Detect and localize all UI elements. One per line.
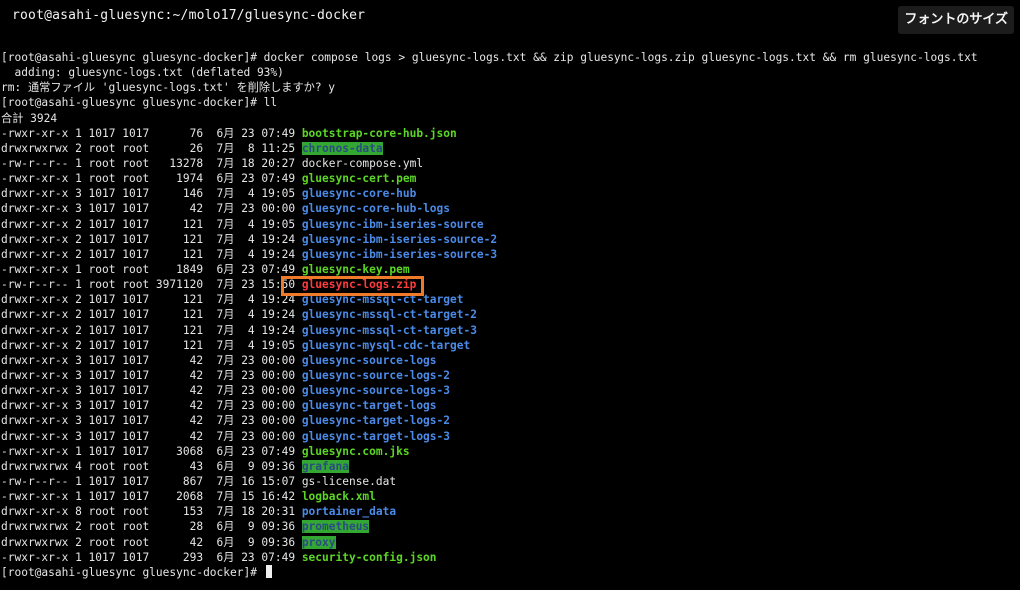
file-metadata: drwxrwxrwx 2 root root 28 6月 9 09:36 [1, 520, 302, 534]
file-name: gluesync-mssql-ct-target-2 [301, 308, 477, 322]
file-name: bootstrap-core-hub.json [301, 126, 457, 140]
terminal-line: adding: gluesync-logs.txt (deflated 93%) [1, 66, 284, 80]
file-metadata: drwxr-xr-x 2 1017 1017 121 7月 4 19:24 [1, 308, 302, 322]
file-name: gluesync-source-logs [301, 353, 437, 367]
file-listing-row: -rwxr-xr-x 1 root root 1974 6月 23 07:49 … [1, 171, 1017, 186]
file-name: gluesync.com.jks [301, 444, 410, 458]
file-name: security-config.json [301, 550, 437, 564]
file-listing-row: drwxrwxrwx 2 root root 42 6月 9 09:36 pro… [1, 535, 1017, 550]
file-name: gluesync-source-logs-3 [301, 384, 450, 398]
file-name: grafana [301, 459, 349, 473]
text-cursor [265, 564, 272, 578]
file-listing-row: drwxrwxrwx 2 root root 28 6月 9 09:36 pro… [1, 519, 1017, 534]
file-listing-row: drwxr-xr-x 3 1017 1017 146 7月 4 19:05 gl… [1, 186, 1017, 201]
file-name: gluesync-source-logs-2 [301, 368, 450, 382]
file-metadata: -rwxr-xr-x 1 root root 1974 6月 23 07:49 [1, 172, 302, 186]
terminal-output[interactable]: [root@asahi-gluesync gluesync-docker]# d… [1, 50, 1017, 588]
file-name: gluesync-target-logs [301, 399, 437, 413]
window-titlebar: root@asahi-gluesync:~/molo17/gluesync-do… [0, 0, 1020, 48]
file-listing-row: drwxrwxrwx 4 root root 43 6月 9 09:36 gra… [1, 459, 1017, 474]
file-listing-row: drwxr-xr-x 3 1017 1017 42 7月 23 00:00 gl… [1, 353, 1017, 368]
file-name: gluesync-core-hub-logs [301, 202, 450, 216]
file-metadata: drwxr-xr-x 2 1017 1017 121 7月 4 19:24 [1, 293, 302, 307]
file-name: gluesync-ibm-iseries-source [301, 217, 484, 231]
file-name: gluesync-ibm-iseries-source-2 [301, 232, 498, 246]
file-metadata: drwxr-xr-x 3 1017 1017 42 7月 23 00:00 [1, 353, 302, 367]
file-name: logback.xml [301, 490, 376, 504]
file-listing-row: -rwxr-xr-x 1 1017 1017 293 6月 23 07:49 s… [1, 550, 1017, 565]
file-metadata: drwxr-xr-x 3 1017 1017 146 7月 4 19:05 [1, 187, 302, 201]
terminal-line: rm: 通常ファイル 'gluesync-logs.txt' を削除しますか? … [1, 81, 336, 95]
file-name: docker-compose.yml [301, 156, 424, 170]
file-metadata: -rw-r--r-- 1 root root 13278 7月 18 20:27 [1, 156, 302, 170]
terminal-line: 合計 3924 [1, 111, 58, 125]
file-metadata: drwxr-xr-x 2 1017 1017 121 7月 4 19:24 [1, 232, 302, 246]
file-metadata: -rwxr-xr-x 1 1017 1017 76 6月 23 07:49 [1, 126, 302, 140]
file-metadata: drwxr-xr-x 2 1017 1017 121 7月 4 19:05 [1, 338, 302, 352]
file-metadata: drwxrwxrwx 2 root root 26 7月 8 11:25 [1, 141, 302, 155]
file-metadata: drwxrwxrwx 2 root root 42 6月 9 09:36 [1, 535, 302, 549]
file-listing-row: -rwxr-xr-x 1 1017 1017 2068 7月 15 16:42 … [1, 489, 1017, 504]
file-name: portainer_data [301, 505, 397, 519]
file-name: gluesync-mssql-ct-target-3 [301, 323, 477, 337]
file-listing-row: drwxr-xr-x 3 1017 1017 42 7月 23 00:00 gl… [1, 368, 1017, 383]
file-listing-row: drwxr-xr-x 3 1017 1017 42 7月 23 00:00 gl… [1, 201, 1017, 216]
file-listing-row: drwxr-xr-x 3 1017 1017 42 7月 23 00:00 gl… [1, 383, 1017, 398]
file-metadata: drwxr-xr-x 3 1017 1017 42 7月 23 00:00 [1, 384, 302, 398]
file-name: gluesync-mssql-ct-target [301, 293, 464, 307]
file-listing-row: -rwxr-xr-x 1 root root 1849 6月 23 07:49 … [1, 262, 1017, 277]
file-metadata: drwxr-xr-x 3 1017 1017 42 7月 23 00:00 [1, 368, 302, 382]
file-listing-row: -rw-r--r-- 1 root root 13278 7月 18 20:27… [1, 156, 1017, 171]
file-listing-row: drwxr-xr-x 2 1017 1017 121 7月 4 19:05 gl… [1, 217, 1017, 232]
file-name: proxy [301, 535, 336, 549]
terminal-prompt-line: [root@asahi-gluesync gluesync-docker]# [1, 564, 1017, 580]
file-listing-row: drwxr-xr-x 3 1017 1017 42 7月 23 00:00 gl… [1, 429, 1017, 444]
file-listing-row: drwxr-xr-x 2 1017 1017 121 7月 4 19:24 gl… [1, 292, 1017, 307]
file-metadata: drwxr-xr-x 3 1017 1017 42 7月 23 00:00 [1, 414, 302, 428]
file-metadata: -rwxr-xr-x 1 1017 1017 293 6月 23 07:49 [1, 550, 302, 564]
file-listing-row: drwxr-xr-x 8 root root 153 7月 18 20:31 p… [1, 504, 1017, 519]
file-listing-row: drwxr-xr-x 2 1017 1017 121 7月 4 19:24 gl… [1, 323, 1017, 338]
file-metadata: drwxr-xr-x 2 1017 1017 121 7月 4 19:24 [1, 247, 302, 261]
file-listing-row: drwxr-xr-x 2 1017 1017 121 7月 4 19:24 gl… [1, 307, 1017, 322]
file-metadata: drwxr-xr-x 8 root root 153 7月 18 20:31 [1, 505, 302, 519]
file-metadata: -rwxr-xr-x 1 1017 1017 2068 7月 15 16:42 [1, 490, 302, 504]
shell-prompt: [root@asahi-gluesync gluesync-docker]# [1, 565, 264, 579]
file-name: gs-license.dat [301, 474, 397, 488]
file-name: gluesync-core-hub [301, 187, 417, 201]
file-metadata: -rw-r--r-- 1 1017 1017 867 7月 16 15:07 [1, 474, 302, 488]
file-name: gluesync-target-logs-2 [301, 414, 450, 428]
file-metadata: -rwxr-xr-x 1 1017 1017 3068 6月 23 07:49 [1, 444, 302, 458]
file-name: gluesync-logs.zip [301, 278, 417, 292]
file-name: gluesync-target-logs-3 [301, 429, 450, 443]
file-listing-row: drwxr-xr-x 3 1017 1017 42 7月 23 00:00 gl… [1, 413, 1017, 428]
file-metadata: drwxr-xr-x 2 1017 1017 121 7月 4 19:05 [1, 217, 302, 231]
file-listing-row: -rwxr-xr-x 1 1017 1017 76 6月 23 07:49 bo… [1, 126, 1017, 141]
file-name: gluesync-key.pem [301, 262, 410, 276]
terminal-line: [root@asahi-gluesync gluesync-docker]# l… [1, 96, 278, 110]
file-listing-row: drwxrwxrwx 2 root root 26 7月 8 11:25 chr… [1, 141, 1017, 156]
file-listing-row: drwxr-xr-x 3 1017 1017 42 7月 23 00:00 gl… [1, 398, 1017, 413]
file-metadata: drwxr-xr-x 3 1017 1017 42 7月 23 00:00 [1, 429, 302, 443]
file-metadata: drwxr-xr-x 3 1017 1017 42 7月 23 00:00 [1, 399, 302, 413]
file-listing-row: -rw-r--r-- 1 root root 3971120 7月 23 15:… [1, 277, 1017, 292]
window-title: root@asahi-gluesync:~/molo17/gluesync-do… [12, 8, 366, 23]
file-listing-row: drwxr-xr-x 2 1017 1017 121 7月 4 19:24 gl… [1, 247, 1017, 262]
file-metadata: drwxr-xr-x 2 1017 1017 121 7月 4 19:24 [1, 323, 302, 337]
font-size-button[interactable]: フォントのサイズ [898, 6, 1014, 34]
file-metadata: drwxrwxrwx 4 root root 43 6月 9 09:36 [1, 459, 302, 473]
file-name: gluesync-mysql-cdc-target [301, 338, 471, 352]
file-name: gluesync-cert.pem [301, 172, 417, 186]
file-metadata: -rwxr-xr-x 1 root root 1849 6月 23 07:49 [1, 262, 302, 276]
file-metadata: -rw-r--r-- 1 root root 3971120 7月 23 15:… [1, 278, 302, 292]
file-name: gluesync-ibm-iseries-source-3 [301, 247, 498, 261]
terminal-line: [root@asahi-gluesync gluesync-docker]# d… [1, 51, 978, 64]
file-listing-row: -rw-r--r-- 1 1017 1017 867 7月 16 15:07 g… [1, 474, 1017, 489]
file-metadata: drwxr-xr-x 3 1017 1017 42 7月 23 00:00 [1, 202, 302, 216]
file-listing-row: drwxr-xr-x 2 1017 1017 121 7月 4 19:24 gl… [1, 232, 1017, 247]
file-listing-row: -rwxr-xr-x 1 1017 1017 3068 6月 23 07:49 … [1, 444, 1017, 459]
file-name: prometheus [301, 520, 370, 534]
file-name: chronos-data [301, 141, 383, 155]
file-listing-row: drwxr-xr-x 2 1017 1017 121 7月 4 19:05 gl… [1, 338, 1017, 353]
